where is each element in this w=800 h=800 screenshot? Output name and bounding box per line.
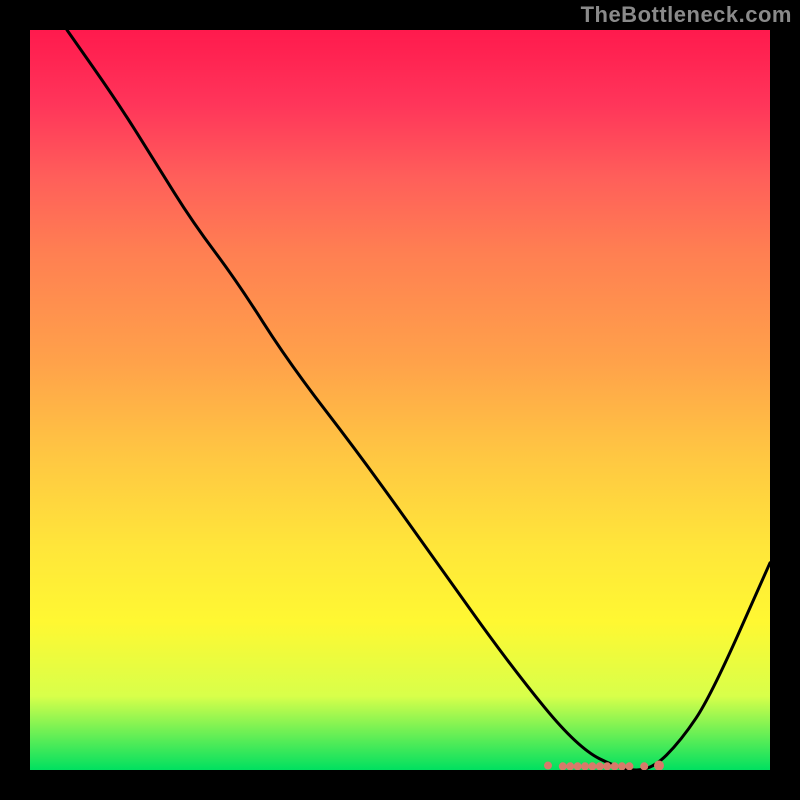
plot-area [30,30,770,770]
chart-frame: TheBottleneck.com [0,0,800,800]
watermark-text: TheBottleneck.com [581,2,792,28]
